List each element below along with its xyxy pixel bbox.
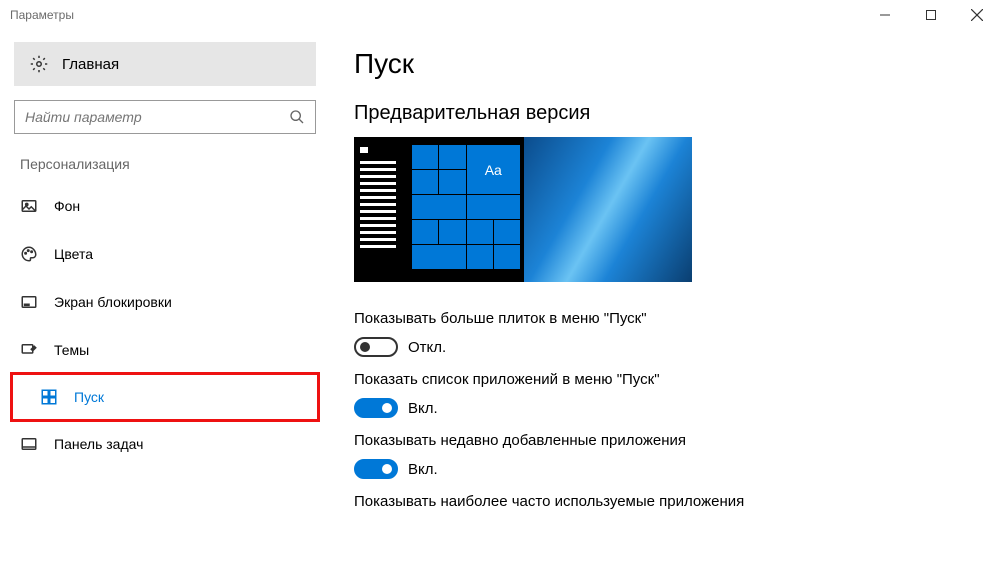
minimize-icon [880,10,890,20]
sidebar-item-label: Фон [54,198,80,214]
sidebar-item-label: Пуск [74,389,104,405]
sidebar-item-label: Темы [54,342,89,358]
minimize-button[interactable] [862,0,908,30]
sidebar-item-background[interactable]: Фон [0,184,330,228]
close-button[interactable] [954,0,1000,30]
picture-icon [20,197,38,215]
setting-label: Показать список приложений в меню "Пуск" [354,371,976,388]
window-title: Параметры [10,8,862,22]
preview-desktop [524,137,692,282]
sidebar-item-start[interactable]: Пуск [20,375,317,419]
page-subtitle: Предварительная версия [354,102,976,125]
close-icon [971,9,983,21]
maximize-icon [926,10,936,20]
preview-tile-text: Aa [467,145,521,194]
preview-app-list [354,137,408,282]
toggle-more-tiles[interactable] [354,337,398,357]
annotation-highlight: Пуск [10,372,320,422]
settings-window: Параметры Главная Персонализация Фон [0,0,1000,570]
sidebar-item-label: Панель задач [54,436,143,452]
setting-label: Показывать больше плиток в меню "Пуск" [354,310,976,327]
home-button[interactable]: Главная [14,42,316,86]
search-box[interactable] [14,100,316,134]
toggle-app-list[interactable] [354,398,398,418]
setting-app-list: Показать список приложений в меню "Пуск"… [354,371,976,418]
sidebar-item-label: Цвета [54,246,93,262]
taskbar-icon [20,435,38,453]
main-panel: Пуск Предварительная версия Aa [330,30,1000,570]
setting-recently-added: Показывать недавно добавленные приложени… [354,432,976,479]
page-title: Пуск [354,48,976,80]
sidebar: Главная Персонализация Фон Цвета Экран б… [0,30,330,570]
setting-most-used: Показывать наиболее часто используемые п… [354,493,976,510]
sidebar-item-label: Экран блокировки [54,294,172,310]
toggle-recently-added[interactable] [354,459,398,479]
preview-tiles: Aa [408,137,524,282]
search-input[interactable] [25,109,289,125]
gear-icon [30,55,48,73]
sidebar-item-colors[interactable]: Цвета [0,232,330,276]
setting-more-tiles: Показывать больше плиток в меню "Пуск" О… [354,310,976,357]
setting-label: Показывать наиболее часто используемые п… [354,493,976,510]
titlebar: Параметры [0,0,1000,30]
palette-icon [20,245,38,263]
nav-group-title: Персонализация [20,156,316,172]
toggle-state: Откл. [408,339,446,356]
content-area: Главная Персонализация Фон Цвета Экран б… [0,30,1000,570]
sidebar-item-themes[interactable]: Темы [0,328,330,372]
themes-icon [20,341,38,359]
toggle-state: Вкл. [408,461,438,478]
search-icon [289,109,305,125]
sidebar-item-taskbar[interactable]: Панель задач [0,422,330,466]
toggle-state: Вкл. [408,400,438,417]
setting-label: Показывать недавно добавленные приложени… [354,432,976,449]
lockscreen-icon [20,293,38,311]
maximize-button[interactable] [908,0,954,30]
preview-start-menu: Aa [354,137,524,282]
home-label: Главная [62,56,119,73]
sidebar-item-lockscreen[interactable]: Экран блокировки [0,280,330,324]
start-preview[interactable]: Aa [354,137,692,282]
start-icon [40,388,58,406]
